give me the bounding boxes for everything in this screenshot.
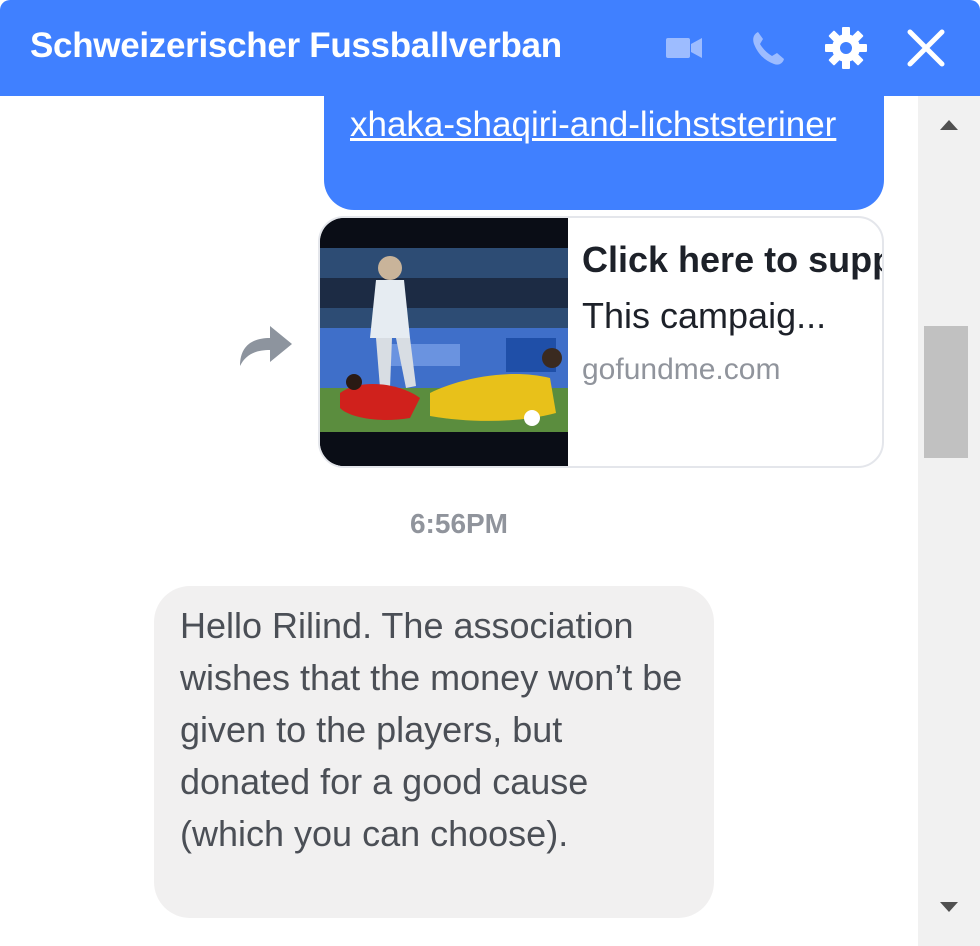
sent-message-link[interactable]: xhaka-shaqiri-and-lichststeriner xyxy=(350,100,870,150)
link-preview-description: This campaig... xyxy=(582,295,827,336)
phone-icon[interactable] xyxy=(744,24,792,72)
link-preview-image xyxy=(320,218,568,466)
message-list[interactable]: xhaka-shaqiri-and-lichststeriner Click h… xyxy=(0,96,918,946)
received-message-text: Hello Rilind. The association wishes tha… xyxy=(180,605,683,854)
scroll-up-arrow-icon[interactable] xyxy=(934,110,964,140)
close-icon[interactable] xyxy=(902,24,950,72)
video-camera-icon[interactable] xyxy=(660,24,708,72)
scrollbar-thumb[interactable] xyxy=(924,326,968,458)
chat-header: Schweizerischer Fussballverban xyxy=(0,0,980,96)
chat-title[interactable]: Schweizerischer Fussballverban xyxy=(30,26,630,66)
share-icon[interactable] xyxy=(234,318,296,370)
link-preview-text: Click here to support Xhaka, This campai… xyxy=(582,232,882,396)
link-preview-domain: gofundme.com xyxy=(582,353,781,386)
link-preview-title[interactable]: Click here to support Xhaka, xyxy=(582,232,882,288)
message-timestamp: 6:56PM xyxy=(409,508,509,539)
scroll-down-arrow-icon[interactable] xyxy=(934,892,964,922)
received-message-bubble[interactable]: Hello Rilind. The association wishes tha… xyxy=(154,586,714,918)
link-preview-card[interactable]: Click here to support Xhaka, This campai… xyxy=(318,216,884,468)
sent-message-bubble[interactable]: xhaka-shaqiri-and-lichststeriner xyxy=(324,96,884,210)
vertical-scrollbar[interactable] xyxy=(918,96,980,946)
gear-icon[interactable] xyxy=(822,24,870,72)
